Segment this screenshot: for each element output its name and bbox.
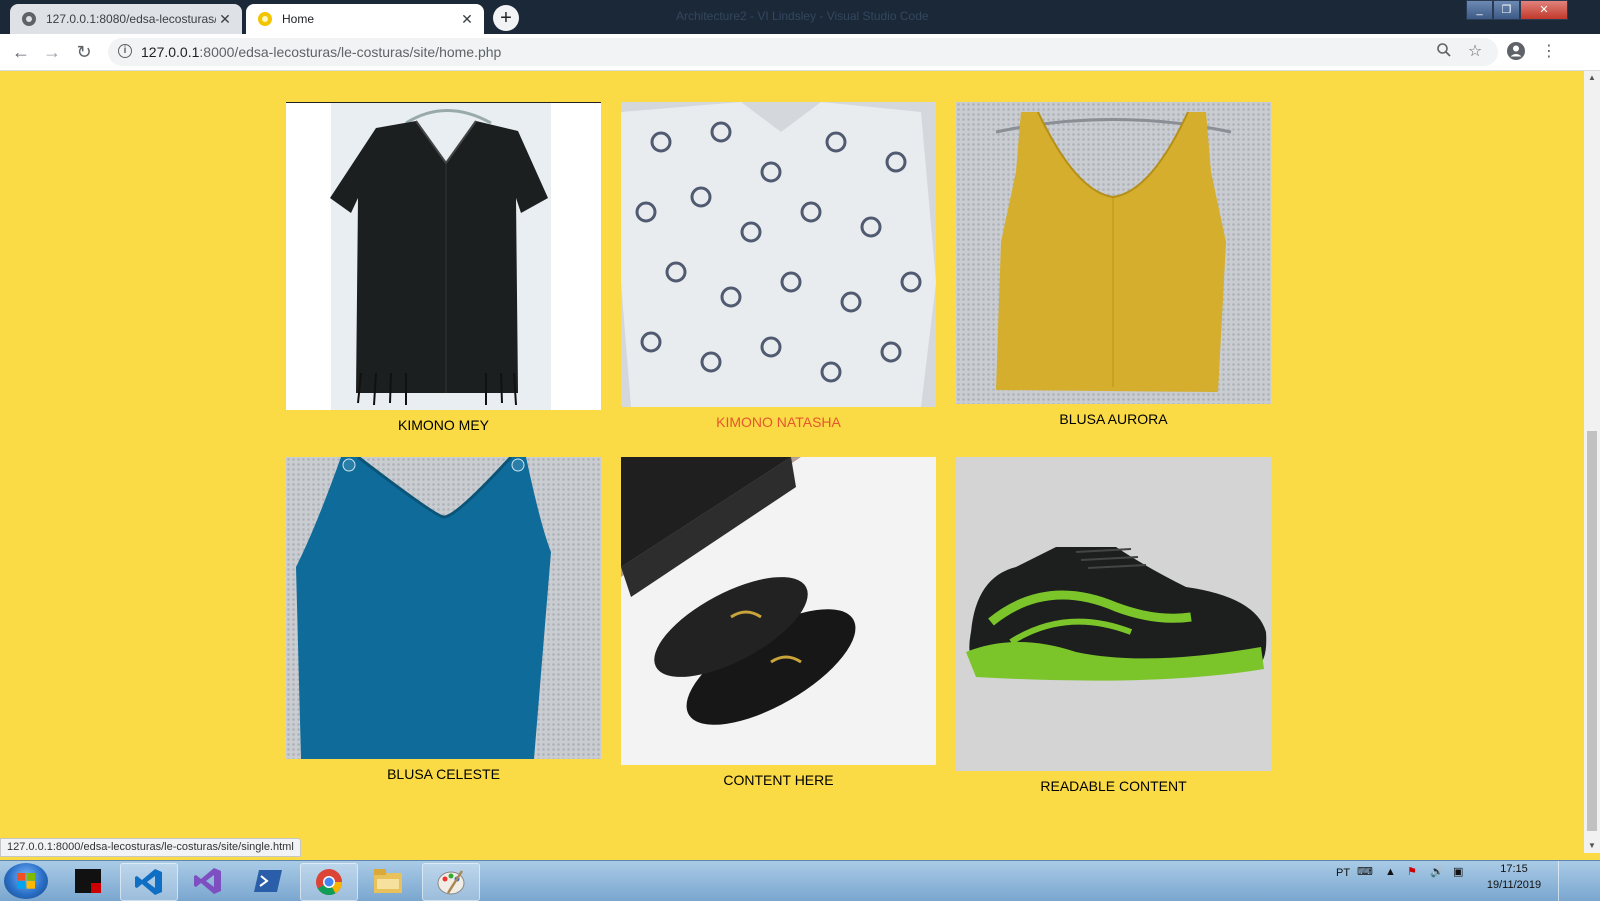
product-link[interactable]: READABLE CONTENT <box>956 457 1271 794</box>
tab-title: 127.0.0.1:8080/edsa-lecosturas/le <box>46 12 216 26</box>
product-name[interactable]: KIMONO NATASHA <box>621 414 936 430</box>
start-button[interactable] <box>4 863 48 899</box>
back-arrow-icon[interactable]: ← <box>10 41 32 63</box>
product-card[interactable]: READABLE CONTENT <box>956 457 1271 794</box>
product-link[interactable]: KIMONO NATASHA <box>621 102 936 430</box>
product-image-floral-kimono[interactable] <box>621 102 936 407</box>
site-favicon-icon <box>258 12 272 26</box>
keyboard-icon[interactable]: ⌨ <box>1357 865 1373 878</box>
product-card[interactable]: BLUSA CELESTE <box>286 457 601 782</box>
browser-tab-active[interactable]: Home ✕ <box>246 4 484 34</box>
action-center-flag-icon[interactable]: ⚑ <box>1407 865 1417 878</box>
windows-taskbar: PT ⌨ ▲ ⚑ 🔊 ▣ 17:15 19/11/2019 <box>0 860 1600 901</box>
product-link[interactable]: BLUSA CELESTE <box>286 457 601 782</box>
url-text[interactable]: 127.0.0.1:8000/edsa-lecosturas/le-costur… <box>141 44 501 60</box>
window-title: Architecture2 - VI Lindsley - Visual Stu… <box>676 9 929 23</box>
product-image-black-kimono[interactable] <box>286 102 601 410</box>
terminal-app-icon[interactable] <box>60 863 116 899</box>
maximize-icon[interactable]: ❐ <box>1493 0 1520 20</box>
show-hidden-icons-icon[interactable]: ▲ <box>1385 866 1396 878</box>
visual-studio-app-icon[interactable] <box>180 863 236 899</box>
browser-toolbar: ← → ↻ i 127.0.0.1:8000/edsa-lecosturas/l… <box>0 34 1600 71</box>
product-card[interactable]: KIMONO MEY <box>286 102 601 433</box>
product-card[interactable]: BLUSA AURORA <box>956 102 1271 427</box>
reload-icon[interactable]: ↻ <box>73 41 95 63</box>
product-name[interactable]: BLUSA AURORA <box>956 411 1271 427</box>
explorer-app-icon[interactable] <box>360 863 416 899</box>
scroll-up-icon[interactable]: ▲ <box>1584 71 1600 85</box>
product-link[interactable]: BLUSA AURORA <box>956 102 1271 427</box>
network-icon[interactable]: ▣ <box>1453 865 1463 878</box>
link-status-bubble: 127.0.0.1:8000/edsa-lecosturas/le-costur… <box>0 838 301 857</box>
zoom-icon[interactable] <box>1434 42 1454 62</box>
product-link[interactable]: KIMONO MEY <box>286 102 601 433</box>
product-card[interactable]: KIMONO NATASHA <box>621 102 936 430</box>
language-indicator[interactable]: PT <box>1336 867 1350 879</box>
scroll-down-icon[interactable]: ▼ <box>1584 839 1600 853</box>
info-icon[interactable]: i <box>118 44 132 58</box>
product-image-black-loafers[interactable] <box>621 457 936 765</box>
product-card[interactable]: CONTENT HERE <box>621 457 936 788</box>
product-name[interactable]: KIMONO MEY <box>286 417 601 433</box>
product-name[interactable]: CONTENT HERE <box>621 772 936 788</box>
product-image-blue-blouse[interactable] <box>286 457 601 759</box>
tab-close-icon[interactable]: ✕ <box>458 10 476 28</box>
page-scrollbar[interactable]: ▲ ▼ <box>1584 71 1600 853</box>
chrome-app-icon[interactable] <box>300 863 358 901</box>
address-bar[interactable]: i 127.0.0.1:8000/edsa-lecosturas/le-cost… <box>108 38 1498 66</box>
volume-icon[interactable]: 🔊 <box>1430 865 1444 878</box>
paint-app-icon[interactable] <box>422 863 480 901</box>
tab-close-icon[interactable]: ✕ <box>216 10 234 28</box>
window-controls: _ ❐ ✕ <box>1466 0 1568 20</box>
menu-kebab-icon[interactable]: ⋮ <box>1538 41 1560 63</box>
clock-date[interactable]: 19/11/2019 <box>1484 879 1544 891</box>
tab-title: Home <box>282 12 315 26</box>
vscode-app-icon[interactable] <box>120 863 178 901</box>
minimize-icon[interactable]: _ <box>1466 0 1493 20</box>
scroll-thumb[interactable] <box>1587 431 1597 831</box>
page-content: KIMONO MEY KIMONO NATASHA BLUSA AURORA B… <box>0 71 1584 853</box>
profile-icon[interactable] <box>1505 41 1527 63</box>
new-tab-button[interactable]: + <box>493 5 519 31</box>
product-name[interactable]: READABLE CONTENT <box>956 778 1271 794</box>
clock-time[interactable]: 17:15 <box>1484 863 1544 875</box>
show-desktop-button[interactable] <box>1558 861 1573 901</box>
product-image-green-sneaker[interactable] <box>956 457 1271 771</box>
bookmark-star-icon[interactable]: ☆ <box>1465 42 1485 62</box>
product-link[interactable]: CONTENT HERE <box>621 457 936 788</box>
forward-arrow-icon[interactable]: → <box>41 41 63 63</box>
product-image-yellow-blouse[interactable] <box>956 102 1271 404</box>
globe-icon <box>22 12 36 26</box>
close-window-icon[interactable]: ✕ <box>1520 0 1568 20</box>
product-name[interactable]: BLUSA CELESTE <box>286 766 601 782</box>
browser-tab-inactive[interactable]: 127.0.0.1:8080/edsa-lecosturas/le ✕ <box>10 4 242 34</box>
browser-tab-strip: 127.0.0.1:8080/edsa-lecosturas/le ✕ Home… <box>0 0 1600 34</box>
powershell-app-icon[interactable] <box>240 863 296 899</box>
